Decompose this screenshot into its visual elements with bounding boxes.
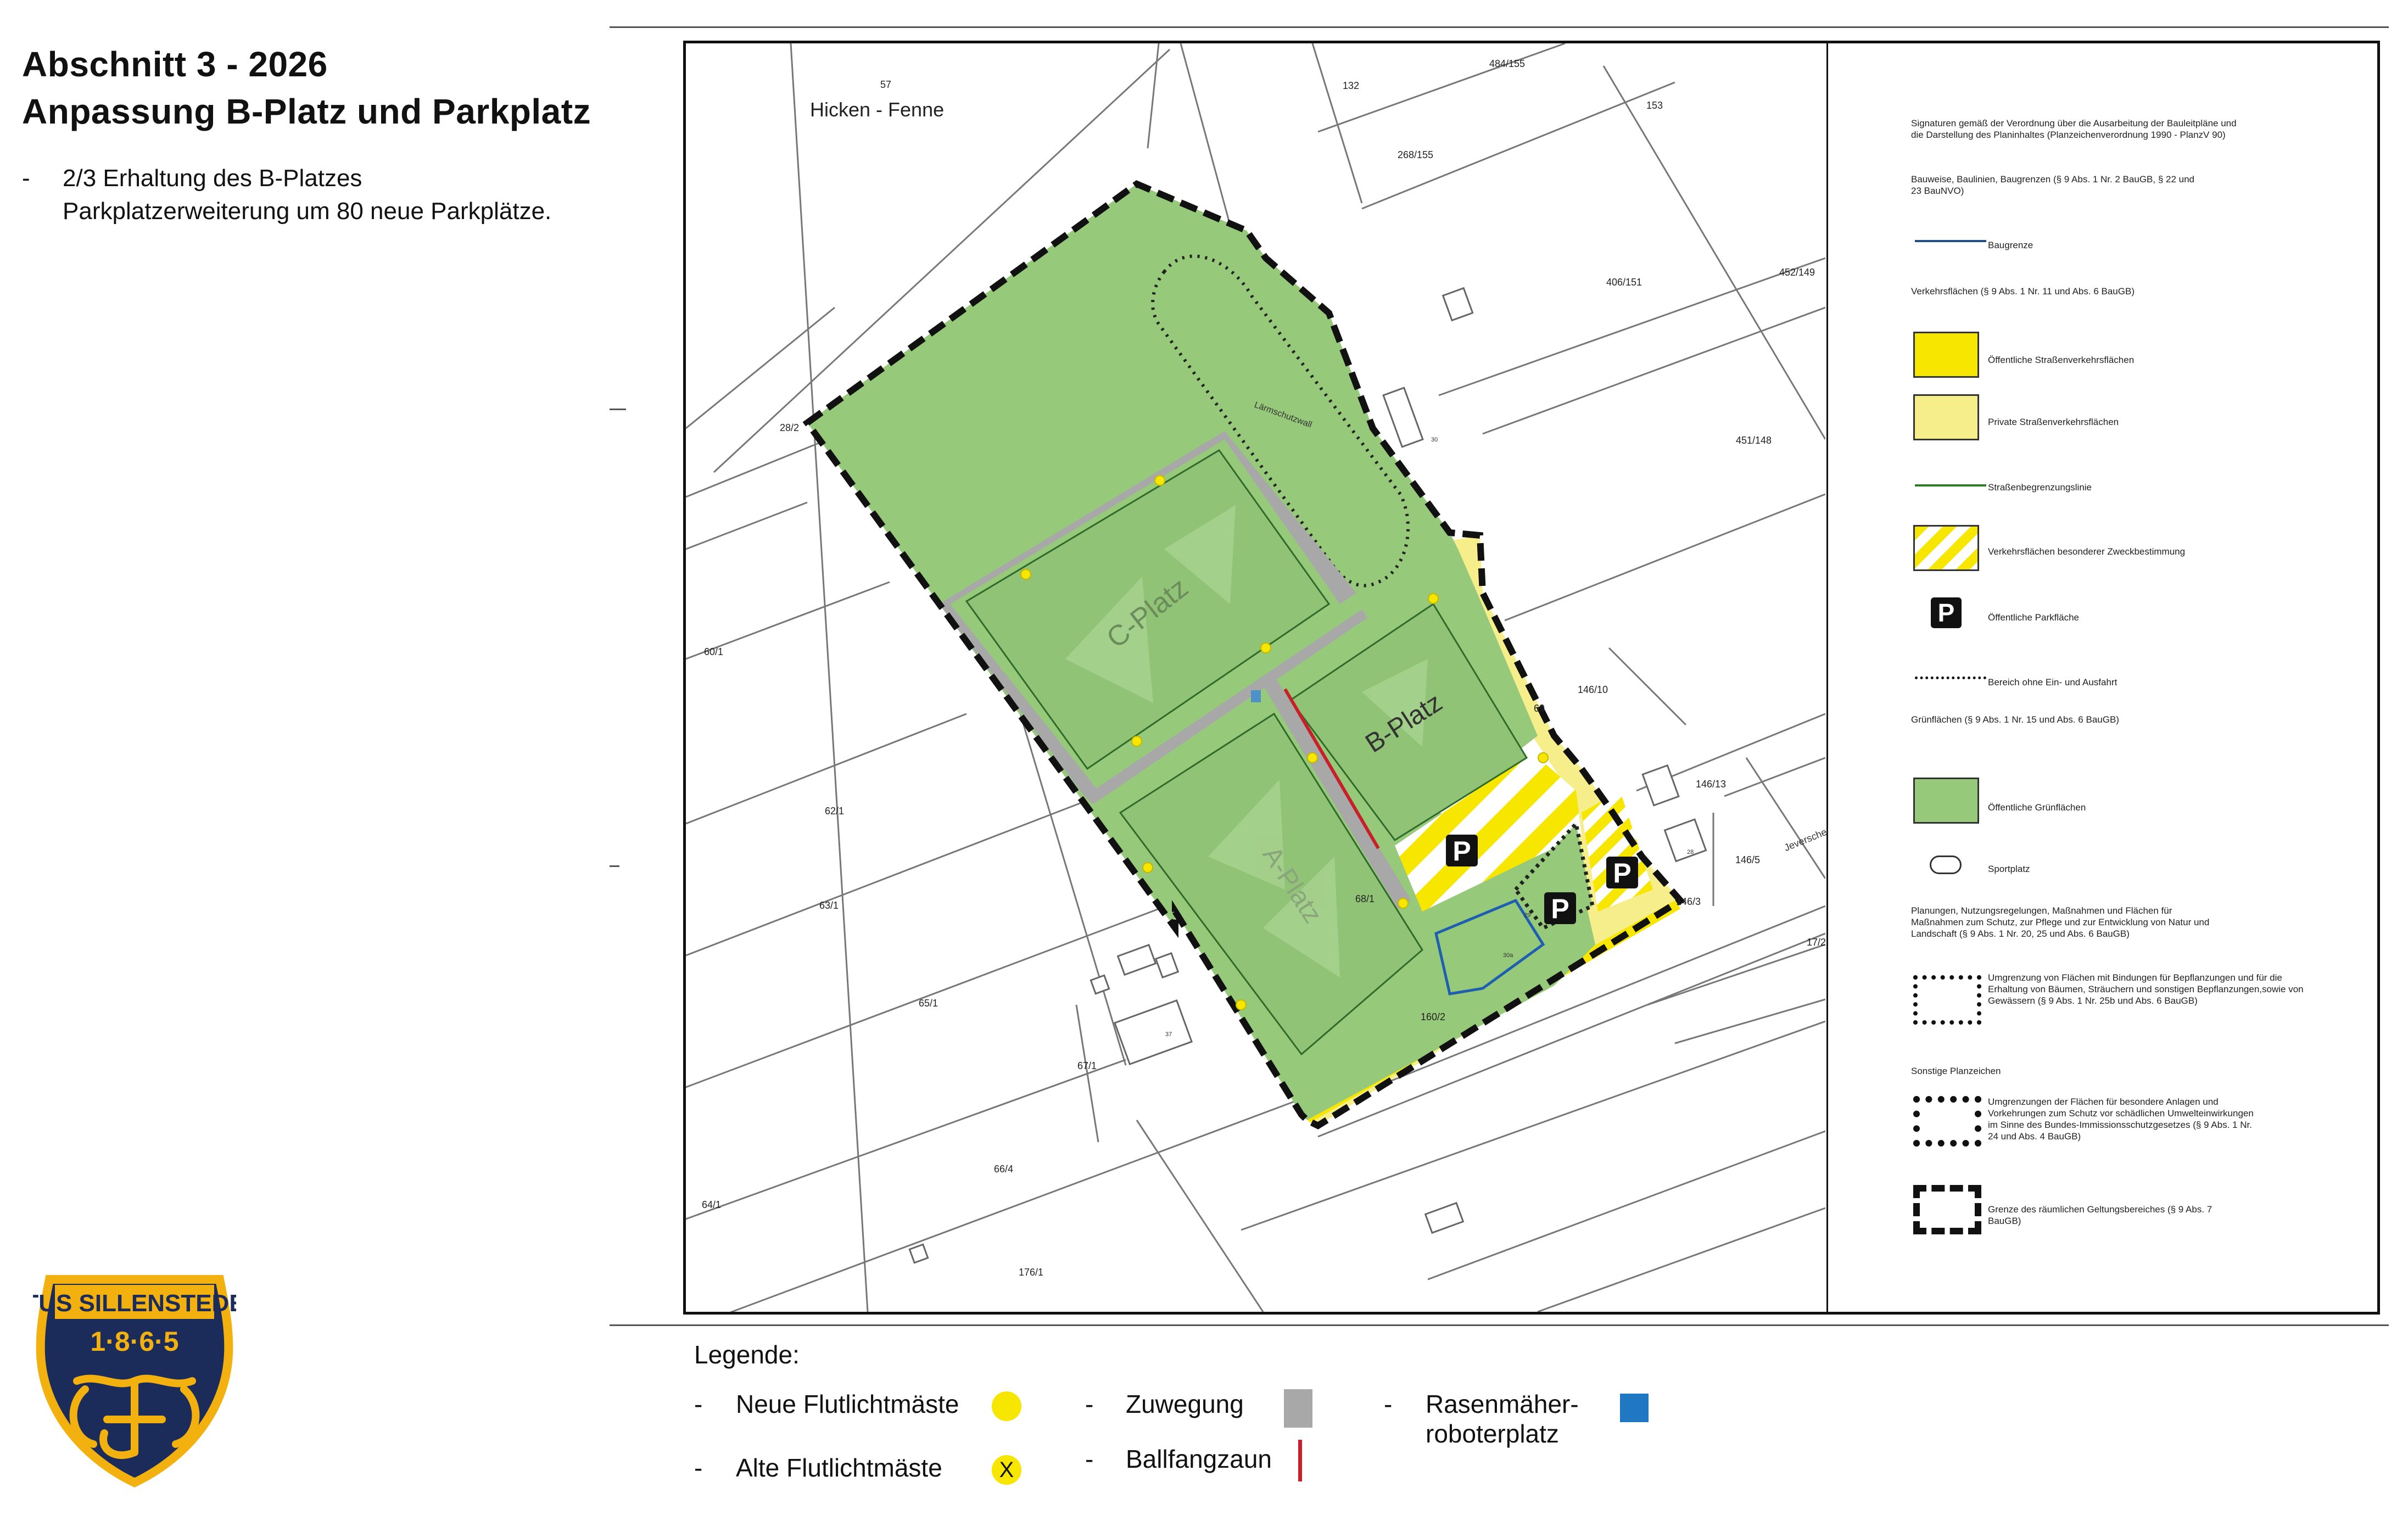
neue-flutlicht-marker: [992, 1391, 1021, 1421]
geltungsbereich-swatch: [1913, 1185, 1981, 1234]
public-green-label: Öffentliche Grünflächen: [1988, 802, 2086, 813]
svg-text:132: 132: [1343, 80, 1359, 91]
rasen-dash: -: [1384, 1390, 1393, 1418]
rasen-label-line-1: Rasenmäher-: [1426, 1390, 1579, 1418]
svg-text:65/1: 65/1: [919, 998, 938, 1009]
plan-legend-sonstige-heading: Sonstige Planzeichen: [1911, 1066, 2001, 1076]
svg-text:160/2: 160/2: [1421, 1011, 1445, 1022]
baugrenze-label: Baugrenze: [1988, 240, 2033, 250]
ballfangzaun-label: Ballfangzaun: [1126, 1445, 1272, 1473]
plan-legend-bauweise-heading: Bauweise, Baulinien, Baugrenzen (§ 9 Abs…: [1911, 174, 2195, 196]
svg-text:30a: 30a: [1503, 952, 1513, 959]
robot-mower-marker: [1251, 690, 1261, 702]
alte-flutlicht-label: Alte Flutlichtmäste: [736, 1453, 942, 1482]
svg-text:153: 153: [1646, 100, 1663, 111]
svg-text:66/4: 66/4: [994, 1164, 1013, 1175]
private-street-label: Private Straßenverkehrsflächen: [1988, 417, 2119, 427]
svg-text:37: 37: [1165, 1031, 1172, 1038]
bindungen-swatch: [1913, 975, 1981, 1025]
special-traffic-swatch: [1913, 525, 1979, 571]
street-boundary-swatch: [1915, 484, 1986, 487]
svg-text:451/148: 451/148: [1736, 435, 1772, 446]
sportplatz-icon: [1930, 855, 1962, 874]
public-street-label: Öffentliche Straßenverkehrsflächen: [1988, 355, 2135, 365]
parking-symbol-3: P: [1606, 857, 1638, 888]
neue-flutlicht-dash: -: [694, 1390, 703, 1418]
plan-area: P P P C-Platz B-Platz A-Platz Lärmschutz…: [702, 58, 1829, 1278]
zuwegung-marker: [1284, 1389, 1312, 1428]
public-green-swatch: [1913, 778, 1979, 824]
svg-text:29: 29: [1524, 912, 1530, 919]
neue-flutlicht-label: Neue Flutlichtmäste: [736, 1390, 959, 1418]
svg-text:67/1: 67/1: [1077, 1060, 1097, 1071]
parking-legend-icon-text: P: [1937, 599, 1955, 627]
svg-text:62/1: 62/1: [825, 806, 844, 817]
parking-symbol-1: P: [1446, 835, 1478, 866]
parking-legend-icon: P: [1931, 597, 1962, 628]
parking-symbol-2-text: P: [1551, 893, 1569, 924]
svg-text:60/1: 60/1: [704, 646, 723, 657]
umgrenzung-swatch: [1913, 1096, 1981, 1147]
svg-text:30: 30: [1431, 437, 1438, 443]
alte-flutlicht-marker-text: X: [999, 1458, 1014, 1482]
rasen-label-line-2: roboterplatz: [1426, 1419, 1559, 1448]
location-label: Hicken - Fenne: [810, 98, 944, 121]
logo-text-line-2: 1·8·6·5: [90, 1326, 178, 1357]
site-plan-map: P P P C-Platz B-Platz A-Platz Lärmschutz…: [686, 43, 1829, 1312]
alte-flutlicht-marker: X: [992, 1455, 1021, 1485]
svg-text:68/1: 68/1: [1355, 893, 1375, 904]
alte-flutlicht-dash: -: [694, 1453, 703, 1482]
svg-text:146/10: 146/10: [1578, 684, 1608, 695]
sportplatz-label: Sportplatz: [1988, 864, 2030, 874]
bindungen-label: Umgrenzung von Flächen mit Bindungen für…: [1988, 972, 2304, 1006]
no-entry-label: Bereich ohne Ein- und Ausfahrt: [1988, 677, 2118, 687]
svg-text:63/1: 63/1: [819, 900, 839, 911]
svg-text:28: 28: [1687, 849, 1694, 855]
svg-text:484/155: 484/155: [1489, 58, 1525, 69]
svg-text:176/1: 176/1: [1019, 1267, 1043, 1278]
ballfangzaun-marker: [1298, 1440, 1302, 1481]
street-boundary-label: Straßenbegrenzungslinie: [1988, 482, 2092, 493]
geltungsbereich-label: Grenze des räumlichen Geltungsbereiches …: [1988, 1204, 2213, 1226]
svg-text:146/3: 146/3: [1676, 896, 1701, 907]
svg-text:146/13: 146/13: [1696, 779, 1726, 790]
no-entry-swatch: [1915, 676, 1986, 683]
logo-text-line-1: TUS SILLENSTEDE: [33, 1290, 236, 1317]
plan-legend-gruen-heading: Grünflächen (§ 9 Abs. 1 Nr. 15 und Abs. …: [1911, 714, 2119, 725]
club-logo: TUS SILLENSTEDE 1·8·6·5: [33, 1275, 236, 1488]
svg-text:452/149: 452/149: [1779, 267, 1815, 278]
svg-text:69: 69: [1534, 703, 1545, 714]
special-traffic-label: Verkehrsflächen besonderer Zweckbestimmu…: [1988, 546, 2186, 557]
svg-text:28/2: 28/2: [780, 422, 799, 433]
plan-legend-intro: Signaturen gemäß der Verordnung über die…: [1911, 118, 2237, 140]
baugrenze-swatch: [1915, 240, 1986, 242]
svg-text:406/151: 406/151: [1606, 277, 1642, 288]
zuwegung-label: Zuwegung: [1126, 1390, 1244, 1418]
public-street-swatch: [1913, 332, 1979, 378]
parking-symbol-3-text: P: [1613, 858, 1631, 888]
plan-legend-verkehr-heading: Verkehrsflächen (§ 9 Abs. 1 Nr. 11 und A…: [1911, 286, 2135, 297]
zuwegung-dash: -: [1085, 1390, 1094, 1418]
parking-legend-label: Öffentliche Parkfläche: [1988, 612, 2079, 623]
parking-symbol-1-text: P: [1452, 836, 1471, 866]
svg-text:268/155: 268/155: [1398, 149, 1433, 160]
plan-legend-planungen-heading: Planungen, Nutzungsregelungen, Maßnahmen…: [1911, 905, 2210, 939]
rasen-marker: [1620, 1394, 1649, 1422]
svg-text:64/1: 64/1: [702, 1199, 721, 1210]
umgrenzung-label: Umgrenzungen der Flächen für besondere A…: [1988, 1097, 2254, 1142]
ballfangzaun-dash: -: [1085, 1445, 1094, 1473]
parking-symbol-2: P: [1544, 892, 1576, 924]
svg-text:146/5: 146/5: [1735, 854, 1760, 865]
svg-text:57: 57: [880, 79, 891, 90]
private-street-swatch: [1913, 394, 1979, 440]
svg-text:17/2: 17/2: [1807, 937, 1826, 948]
bottom-legend-title: Legende:: [694, 1340, 800, 1369]
